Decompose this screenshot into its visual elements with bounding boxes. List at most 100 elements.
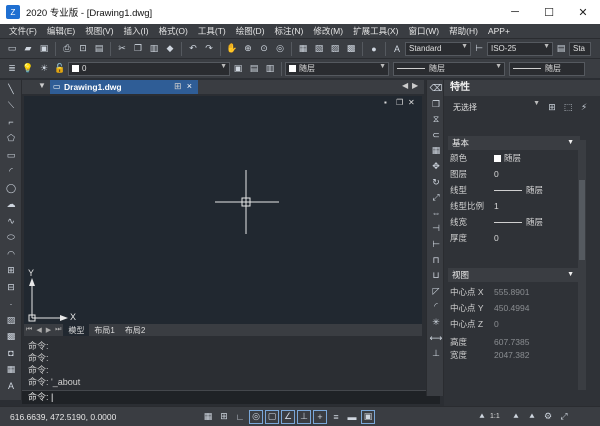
layer-manager-icon[interactable]: ≣ bbox=[5, 62, 19, 76]
quick-select-icon[interactable]: ⚡ bbox=[577, 100, 591, 114]
tool-palette-icon[interactable]: ▨ bbox=[328, 42, 342, 56]
menu-edit[interactable]: 编辑(E) bbox=[42, 25, 80, 37]
annotation-scale-value[interactable]: 1:1 bbox=[490, 413, 508, 420]
lineweight-select[interactable]: 随层 bbox=[509, 61, 585, 76]
prop-row-thickness[interactable]: 厚度 0 bbox=[450, 230, 576, 246]
erase-icon[interactable]: ⌫ bbox=[429, 82, 443, 95]
help-icon[interactable]: ● bbox=[367, 42, 381, 56]
prev-layout-icon[interactable]: ◀ bbox=[34, 326, 43, 334]
point-icon[interactable]: · bbox=[3, 297, 19, 311]
tab-menu-chevron-icon[interactable]: ▼ bbox=[38, 81, 46, 90]
scrollbar-thumb[interactable] bbox=[579, 180, 585, 260]
insert-block-icon[interactable]: ⊞ bbox=[3, 264, 19, 278]
rotate-icon[interactable]: ↻ bbox=[429, 176, 443, 189]
redo-icon[interactable]: ↷ bbox=[202, 42, 216, 56]
break-icon[interactable]: ⊓ bbox=[429, 254, 443, 267]
polar-icon[interactable]: ◎ bbox=[249, 409, 263, 424]
select-objects-icon[interactable]: ⬚ bbox=[561, 100, 575, 114]
layer-previous-icon[interactable]: ▤ bbox=[247, 62, 261, 76]
scroll-tabs-right-icon[interactable]: ▶ bbox=[412, 81, 418, 90]
otrack-icon[interactable]: ∠ bbox=[281, 409, 295, 424]
new-file-icon[interactable]: ▭ bbox=[5, 42, 19, 56]
polyline-icon[interactable]: ⌐ bbox=[3, 115, 19, 129]
linetype-select[interactable]: 随层 ▼ bbox=[393, 61, 505, 76]
menu-format[interactable]: 格式(O) bbox=[154, 25, 193, 37]
toggle-pickadd-icon[interactable]: ⊞ bbox=[545, 100, 559, 114]
tab-layout1[interactable]: 布局1 bbox=[89, 324, 119, 336]
scale-icon[interactable]: ⤢ bbox=[429, 191, 443, 204]
table-style-select[interactable]: Sta bbox=[569, 41, 591, 56]
gradient-icon[interactable]: ▩ bbox=[3, 330, 19, 344]
transparency-icon[interactable]: ▬ bbox=[345, 410, 359, 424]
lengthen-icon[interactable]: ⟷ bbox=[429, 332, 443, 345]
revision-cloud-icon[interactable]: ☁ bbox=[3, 198, 19, 212]
last-layout-icon[interactable]: ⏭ bbox=[53, 326, 63, 334]
properties-scrollbar[interactable] bbox=[578, 140, 586, 390]
offset-icon[interactable]: ⊂ bbox=[429, 129, 443, 142]
dyn-input-icon[interactable]: + bbox=[313, 409, 327, 424]
layer-thaw-icon[interactable]: ☀ bbox=[37, 62, 51, 76]
zoom-previous-icon[interactable]: ◎ bbox=[273, 42, 287, 56]
copy-object-icon[interactable]: ❐ bbox=[429, 98, 443, 111]
close-button[interactable]: ✕ bbox=[566, 0, 600, 24]
color-select[interactable]: 随层 ▼ bbox=[285, 61, 389, 76]
command-input[interactable]: 命令: | bbox=[22, 390, 440, 404]
hatch-icon[interactable]: ▨ bbox=[3, 313, 19, 327]
table-icon[interactable]: ▦ bbox=[3, 363, 19, 377]
paste-icon[interactable]: ▥ bbox=[147, 42, 161, 56]
annotation-visibility-icon[interactable]: ⯅ bbox=[509, 410, 523, 424]
close-tab-icon[interactable]: × bbox=[187, 81, 192, 91]
stretch-icon[interactable]: ⇔ bbox=[429, 207, 443, 220]
dyn-ucs-icon[interactable]: ⊥ bbox=[297, 409, 311, 424]
align-icon[interactable]: ⊥ bbox=[429, 347, 443, 360]
dim-style-select[interactable]: ISO-25 ▼ bbox=[487, 41, 553, 56]
prop-row-layer[interactable]: 图层 0 bbox=[450, 166, 576, 182]
pan-icon[interactable]: ✋ bbox=[225, 42, 239, 56]
save-icon[interactable]: ▣ bbox=[37, 42, 51, 56]
menu-modify[interactable]: 修改(M) bbox=[308, 25, 348, 37]
construction-line-icon[interactable]: ⟍ bbox=[3, 99, 19, 113]
menu-tools[interactable]: 工具(T) bbox=[193, 25, 231, 37]
menu-help[interactable]: 帮助(H) bbox=[444, 25, 483, 37]
menu-draw[interactable]: 绘图(D) bbox=[231, 25, 270, 37]
prop-row-color[interactable]: 颜色 随层 bbox=[450, 150, 576, 166]
zoom-realtime-icon[interactable]: ⊕ bbox=[241, 42, 255, 56]
explode-icon[interactable]: ✳ bbox=[429, 316, 443, 329]
rectangle-icon[interactable]: ▭ bbox=[3, 148, 19, 162]
fillet-icon[interactable]: ◜ bbox=[429, 300, 443, 313]
selection-cycling-icon[interactable]: ▣ bbox=[361, 409, 375, 424]
properties-icon[interactable]: ▦ bbox=[296, 42, 310, 56]
prop-row-lineweight[interactable]: 线宽 随层 bbox=[450, 214, 576, 230]
scroll-tabs-left-icon[interactable]: ◀ bbox=[402, 81, 408, 90]
tab-layout2[interactable]: 布局2 bbox=[120, 324, 150, 336]
menu-window[interactable]: 窗口(W) bbox=[403, 25, 444, 37]
auto-scale-icon[interactable]: ⯅ bbox=[525, 410, 539, 424]
menu-file[interactable]: 文件(F) bbox=[4, 25, 42, 37]
polygon-icon[interactable]: ⬠ bbox=[3, 132, 19, 146]
mtext-icon[interactable]: A bbox=[3, 379, 19, 393]
fullscreen-icon[interactable]: ⤢ bbox=[557, 410, 571, 424]
cut-icon[interactable]: ✂ bbox=[115, 42, 129, 56]
extend-icon[interactable]: ⊢ bbox=[429, 238, 443, 251]
layer-on-icon[interactable]: 💡 bbox=[21, 62, 35, 76]
menu-app-plus[interactable]: APP+ bbox=[483, 26, 515, 36]
drawing-canvas[interactable]: ▪ ❐ ✕ Y X bbox=[24, 96, 422, 324]
tab-model[interactable]: 模型 bbox=[63, 324, 90, 336]
calculator-icon[interactable]: ▩ bbox=[344, 42, 358, 56]
arc-icon[interactable]: ◜ bbox=[3, 165, 19, 179]
open-folder-icon[interactable]: ▰ bbox=[21, 42, 35, 56]
prop-row-linetype[interactable]: 线型 随层 bbox=[450, 182, 576, 198]
text-style-select[interactable]: Standard ▼ bbox=[405, 41, 471, 56]
join-icon[interactable]: ⊔ bbox=[429, 269, 443, 282]
workspace-gear-icon[interactable]: ⚙ bbox=[541, 410, 555, 424]
osnap-icon[interactable]: ▢ bbox=[265, 409, 279, 424]
layer-select[interactable]: 0 ▼ bbox=[68, 61, 230, 76]
new-tab-icon[interactable]: ⊞ bbox=[174, 81, 182, 92]
mirror-icon[interactable]: ⧖ bbox=[429, 113, 443, 126]
chamfer-icon[interactable]: ◸ bbox=[429, 285, 443, 298]
menu-insert[interactable]: 插入(I) bbox=[119, 25, 154, 37]
make-current-layer-icon[interactable]: ▣ bbox=[231, 62, 245, 76]
design-center-icon[interactable]: ▧ bbox=[312, 42, 326, 56]
spline-icon[interactable]: ∿ bbox=[3, 214, 19, 228]
undo-icon[interactable]: ↶ bbox=[186, 42, 200, 56]
